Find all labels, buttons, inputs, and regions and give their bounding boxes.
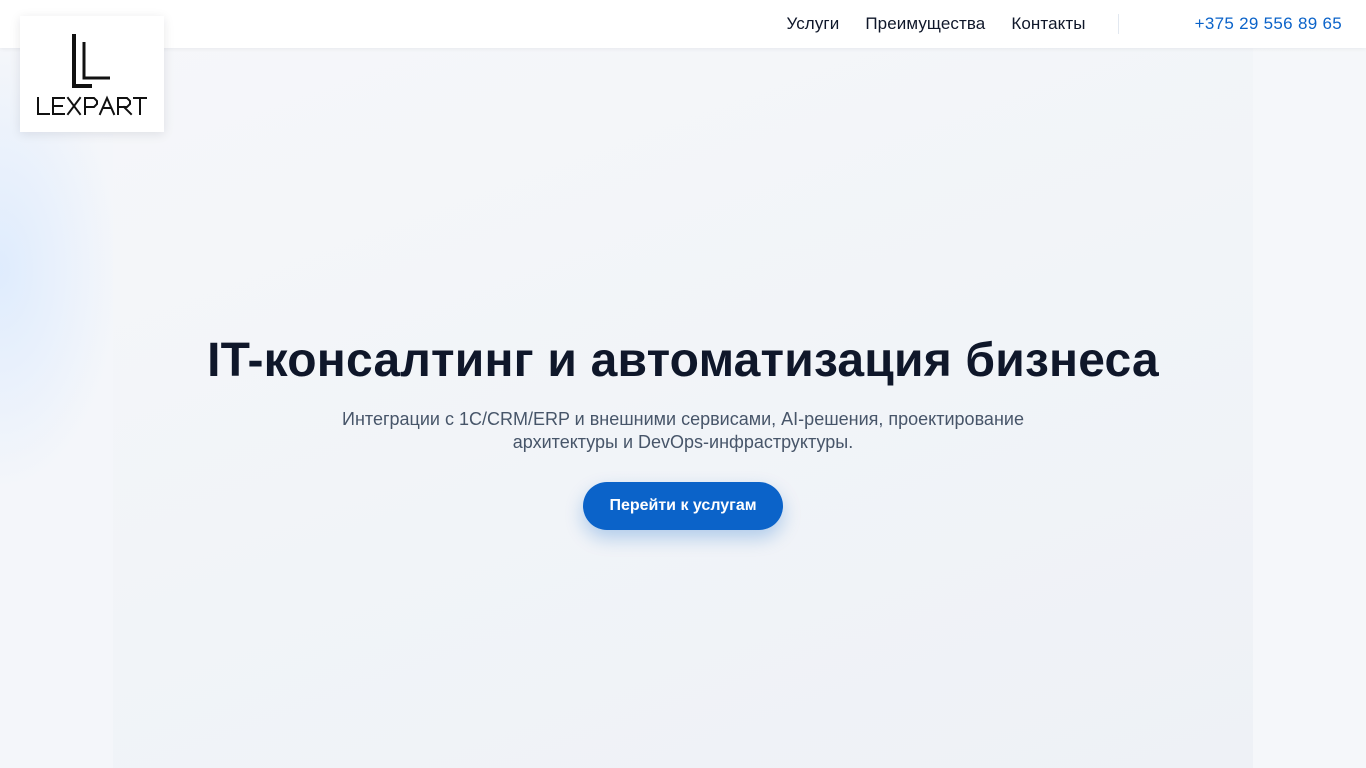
page: Услуги Преимущества Контакты +375 29 556… — [0, 0, 1366, 768]
phone-link[interactable]: +375 29 556 89 65 — [1195, 14, 1342, 34]
hero-subtitle: Интеграции с 1С/CRM/ERP и внешними серви… — [342, 409, 1024, 452]
nav-link-services[interactable]: Услуги — [786, 14, 839, 34]
hero-section: IT-консалтинг и автоматизация бизнеса Ин… — [0, 0, 1366, 768]
nav-link-contacts[interactable]: Контакты — [1011, 14, 1085, 34]
logo-link[interactable] — [20, 16, 164, 132]
lexpart-logo-mark — [37, 34, 147, 116]
main-nav: Услуги Преимущества Контакты +375 29 556… — [760, 0, 1366, 48]
nav-link-advantages[interactable]: Преимущества — [865, 14, 985, 34]
lexpart-logo — [36, 32, 148, 116]
go-to-services-button[interactable]: Перейти к услугам — [583, 482, 783, 530]
hero-title: IT-консалтинг и автоматизация бизнеса — [207, 334, 1159, 387]
nav-divider — [1117, 14, 1119, 34]
